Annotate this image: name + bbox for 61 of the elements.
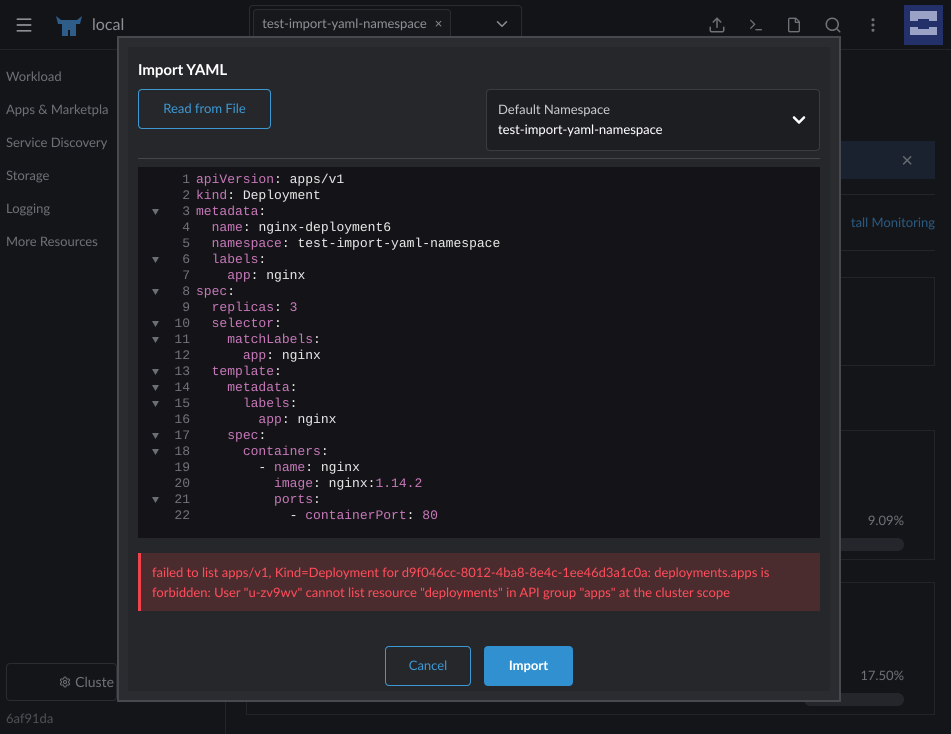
code-line: metadata:	[196, 202, 266, 221]
close-button[interactable]: ×	[901, 145, 913, 175]
chip-remove[interactable]: ×	[434, 14, 442, 34]
code-line: app: nginx	[226, 266, 306, 285]
import-button[interactable]: Import	[484, 646, 573, 686]
error-message: failed to list apps/v1, Kind=Deployment for d9f046cc-8012-4ba8-8e4c-1ee46d3a1c0a: deployments.apps is forbidden: User "u-zv9wv" cannot list resource "deployments" in API group "apps" at the cluster scope	[138, 552, 820, 610]
line-number: 17	[173, 426, 190, 445]
dialog-title: Import YAML	[138, 60, 228, 81]
code-line: spec:	[226, 426, 266, 445]
code-line: namespace: test-import-yaml-namespace	[210, 234, 500, 253]
code-line: spec:	[196, 282, 236, 301]
field-value: test-import-yaml-namespace	[498, 120, 663, 138]
version-label: 6af91da	[6, 708, 54, 728]
meter-reading: 17.50%	[860, 666, 904, 684]
code-line: - containerPort: 80	[288, 506, 438, 525]
field-label: Default Namespace	[498, 100, 611, 119]
code-line: app: nginx	[257, 410, 336, 429]
line-number: 15	[173, 394, 190, 413]
line-number: 21	[173, 490, 190, 509]
code-line: labels:	[210, 250, 266, 269]
line-number: 7	[181, 266, 190, 285]
cancel-button[interactable]: Cancel	[385, 646, 471, 686]
line-number: 18	[173, 442, 190, 461]
code-line: replicas: 3	[210, 298, 298, 317]
read-from-file-button[interactable]: Read from File	[138, 88, 271, 128]
line-number: 13	[173, 362, 190, 381]
line-number: 1	[181, 170, 190, 189]
line-number: 4	[181, 218, 190, 237]
namespace-select[interactable]: Default Namespace test-import-yaml-namespace	[486, 88, 820, 150]
line-number: 8	[181, 282, 190, 301]
meter-reading: 9.09%	[868, 510, 904, 530]
line-number: 2	[181, 186, 190, 205]
code-line: selector:	[210, 314, 282, 333]
line-number: 10	[173, 314, 190, 333]
line-number: 19	[173, 458, 190, 477]
chip-label: test-import-yaml-namespace	[262, 14, 427, 34]
code-line: containers:	[242, 442, 329, 461]
line-number: 12	[173, 346, 190, 365]
code-line: image: nginx:1.14.2	[273, 474, 422, 493]
line-number: 5	[181, 234, 190, 253]
code-line: - name: nginx	[257, 458, 360, 477]
line-number: 9	[181, 298, 190, 317]
code-line: kind: Deployment	[196, 186, 321, 205]
line-number: 11	[173, 330, 190, 349]
line-number: 22	[173, 506, 190, 525]
code-line: labels:	[242, 394, 298, 413]
code-line: name: nginx-deployment6	[210, 218, 392, 237]
line-number: 16	[173, 410, 190, 429]
code-line: apiVersion: apps/v1	[196, 170, 344, 189]
code-line: template:	[210, 362, 282, 381]
code-line: app: nginx	[242, 346, 321, 365]
line-number: 3	[181, 202, 190, 221]
line-number: 14	[173, 378, 190, 397]
cluster-button[interactable]: Cluste	[6, 662, 117, 700]
line-number: 6	[181, 250, 190, 269]
code-line: metadata:	[226, 378, 298, 397]
install-monitoring-link[interactable]: tall Monitoring	[850, 212, 935, 232]
code-line: matchLabels:	[226, 330, 321, 349]
line-number: 20	[173, 474, 190, 493]
cluster-name: local	[92, 14, 124, 36]
code-line: ports:	[273, 490, 321, 509]
